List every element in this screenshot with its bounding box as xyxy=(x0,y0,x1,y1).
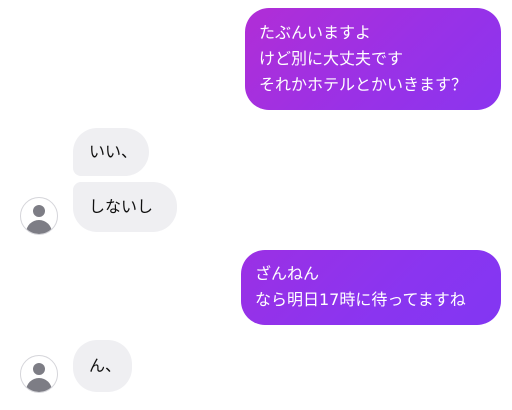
avatar-body-shape xyxy=(26,378,52,392)
message-text-line: ざんねん xyxy=(255,264,320,283)
message-text-line: なら明日17時に待ってますね xyxy=(255,290,466,309)
incoming-message-bubble[interactable]: しないし xyxy=(73,182,177,232)
default-user-icon[interactable] xyxy=(20,197,58,235)
message-text-line: けど別に大丈夫です xyxy=(259,49,404,68)
message-text: いい、 xyxy=(89,142,138,161)
message-text-line: たぶんいますよ xyxy=(259,23,372,42)
message-text-line: それかホテルとかいきます？ xyxy=(259,75,468,94)
default-user-icon[interactable] xyxy=(20,355,58,393)
incoming-message-bubble[interactable]: いい、 xyxy=(73,128,149,176)
avatar-head-shape xyxy=(33,205,45,217)
avatar-head-shape xyxy=(33,363,45,375)
outgoing-message-bubble[interactable]: ざんねん なら明日17時に待ってますね xyxy=(241,250,501,325)
outgoing-message-bubble[interactable]: たぶんいますよ けど別に大丈夫です それかホテルとかいきます？ xyxy=(245,8,501,110)
chat-thread: たぶんいますよ けど別に大丈夫です それかホテルとかいきます？ いい、 しないし… xyxy=(0,0,512,410)
incoming-message-bubble[interactable]: ん、 xyxy=(73,340,132,392)
avatar-body-shape xyxy=(26,220,52,234)
message-text: しないし xyxy=(89,197,154,216)
message-text: ん、 xyxy=(89,356,122,375)
